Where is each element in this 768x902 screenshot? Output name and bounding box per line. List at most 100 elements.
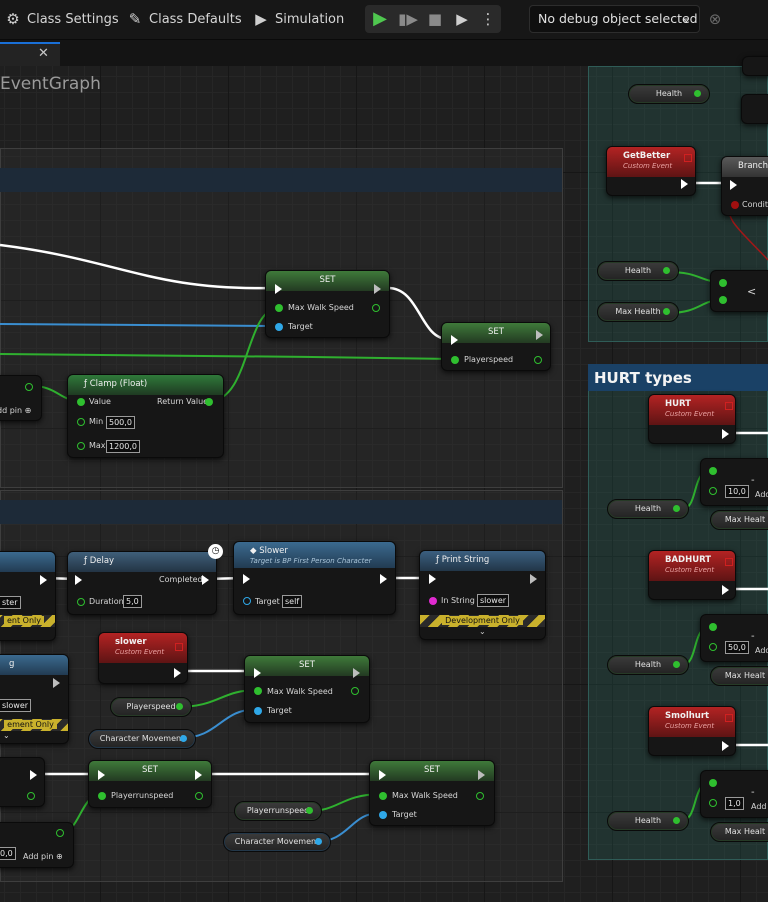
exec-in-pin[interactable] (275, 284, 282, 294)
delegate-pin[interactable] (725, 402, 733, 410)
more-options-icon[interactable]: ⋮ (477, 8, 499, 30)
exec-out-pin[interactable] (536, 330, 543, 340)
object-pin[interactable] (254, 707, 262, 715)
bool-pin[interactable] (731, 201, 739, 209)
exec-out-pin[interactable] (40, 575, 47, 585)
health-getter[interactable]: Health (607, 811, 689, 831)
health-getter[interactable]: Health (607, 499, 689, 519)
exec-out-pin[interactable] (380, 574, 387, 584)
exec-out-pin[interactable] (30, 770, 37, 780)
exec-out-pin[interactable] (202, 575, 209, 585)
health-getter[interactable]: Health (597, 261, 679, 281)
float-pin[interactable] (98, 792, 106, 800)
set-max-walk-speed-node[interactable]: SET Max Walk Speed Target (265, 270, 390, 338)
exec-out-pin[interactable] (195, 770, 202, 780)
string-pin[interactable] (429, 597, 437, 605)
delay-node[interactable]: ƒ Delay Completed Duration 5,0 ◷ (67, 544, 223, 615)
chevron-down-icon[interactable]: ⌄ (479, 627, 486, 636)
exec-in-pin[interactable] (451, 335, 458, 345)
delegate-pin[interactable] (725, 558, 733, 566)
slower-function-node[interactable]: ◆ Slower Target is BP First Person Charac… (233, 541, 396, 615)
float-pin[interactable] (709, 487, 717, 495)
add-pin-button[interactable]: Add (755, 490, 768, 499)
call-node-partial[interactable]: ster ent Only (0, 551, 56, 641)
max-value-input[interactable]: 1200,0 (106, 440, 140, 453)
less-than-node[interactable]: < (710, 270, 768, 312)
float-out-pin[interactable] (195, 792, 203, 800)
character-movement-getter[interactable]: Character Movement (223, 832, 331, 852)
smolhurt-custom-event-node[interactable]: Smolhurt Custom Event (648, 706, 736, 756)
subtract-node[interactable]: 10,0 - Add (700, 458, 768, 506)
simulation-button[interactable]: ▶ Simulation (252, 0, 344, 38)
float-out-pin[interactable] (27, 792, 35, 800)
play-icon[interactable]: ▶ (369, 8, 391, 30)
float-out-pin[interactable] (25, 383, 33, 391)
badhurt-custom-event-node[interactable]: BADHURT Custom Event (648, 550, 736, 600)
eject-icon[interactable]: ▶ (451, 8, 473, 30)
chevron-down-icon[interactable]: ⌄ (3, 731, 10, 740)
float-pin[interactable] (379, 792, 387, 800)
in-string-input[interactable]: slower (477, 594, 510, 607)
subtract-node[interactable]: 1,0 - Add (700, 770, 768, 818)
playerspeed-getter[interactable]: Playerspeed (110, 697, 192, 717)
exec-out-pin[interactable] (53, 678, 60, 688)
target-input[interactable]: self (282, 595, 303, 608)
exec-in-pin[interactable] (730, 180, 737, 190)
float-out-pin[interactable] (476, 792, 484, 800)
float-out-pin[interactable] (56, 829, 64, 837)
clamp-float-node[interactable]: ƒ Clamp (Float) Value Return Value Min 5… (67, 374, 224, 458)
object-pin[interactable] (275, 323, 283, 331)
exec-out-pin[interactable] (374, 284, 381, 294)
comment-header[interactable] (0, 168, 562, 192)
subtract-node[interactable]: 50,0 - Add (700, 614, 768, 662)
float-pin[interactable] (77, 398, 85, 406)
value-input[interactable]: 1,0 (725, 797, 744, 810)
value-input[interactable]: ster (0, 596, 21, 609)
tab-event-graph[interactable]: ✕ (0, 42, 60, 66)
exec-in-pin[interactable] (254, 668, 261, 678)
set-playerspeed-node[interactable]: SET Playerspeed (441, 322, 551, 371)
float-pin[interactable] (709, 643, 717, 651)
comment-header[interactable] (0, 500, 562, 524)
hurt-custom-event-node[interactable]: HURT Custom Event (648, 394, 736, 444)
debug-object-dropdown[interactable]: No debug object selected ⌄ (529, 5, 700, 33)
float-pin[interactable] (254, 687, 262, 695)
hurt-types-comment[interactable]: HURT types (588, 364, 768, 391)
debug-filter-icon[interactable]: ⊗ (706, 0, 729, 38)
add-node-partial[interactable]: 0,0 Add pin ⊕ (0, 822, 74, 868)
exec-out-pin[interactable] (530, 574, 537, 584)
stop-icon[interactable]: ■ (424, 8, 446, 30)
slower-custom-event-node[interactable]: slower Custom Event (98, 632, 188, 684)
add-node-partial[interactable]: dd pin ⊕ (0, 375, 42, 421)
float-pin[interactable] (77, 598, 85, 606)
print-string-node-partial[interactable]: g slower ement Only ⌄ (0, 654, 69, 744)
advance-frame-icon[interactable]: ▮▶ (397, 8, 419, 30)
exec-in-pin[interactable] (429, 574, 436, 584)
delegate-pin[interactable] (175, 643, 183, 651)
delegate-pin[interactable] (684, 154, 692, 162)
branch-node[interactable]: Branch Conditi (721, 156, 768, 216)
exec-out-pin[interactable] (722, 585, 729, 595)
float-pin[interactable] (275, 304, 283, 312)
float-out-pin[interactable] (351, 687, 359, 695)
delegate-pin[interactable] (725, 714, 733, 722)
duration-input[interactable]: 5,0 (123, 595, 142, 608)
float-pin[interactable] (77, 418, 85, 426)
add-pin-button[interactable]: Add (755, 646, 768, 655)
node-partial[interactable] (742, 56, 768, 76)
node-partial[interactable] (741, 94, 768, 124)
class-defaults-button[interactable]: ✎ Class Defaults (126, 0, 242, 38)
getbetter-custom-event-node[interactable]: GetBetter Custom Event (606, 146, 696, 196)
float-pin[interactable] (709, 467, 717, 475)
exec-out-pin[interactable] (681, 179, 688, 189)
float-pin[interactable] (77, 442, 85, 450)
max-health-getter[interactable]: Max Healt (710, 510, 768, 530)
float-out-pin[interactable] (534, 356, 542, 364)
add-pin-button[interactable]: dd pin ⊕ (0, 406, 31, 415)
exec-out-pin[interactable] (722, 429, 729, 439)
set-playerrunspeed-node[interactable]: SET Playerrunspeed (88, 760, 212, 808)
exec-in-pin[interactable] (379, 770, 386, 780)
value-input[interactable]: 0,0 (0, 847, 16, 860)
float-out-pin[interactable] (372, 304, 380, 312)
exec-in-pin[interactable] (98, 770, 105, 780)
